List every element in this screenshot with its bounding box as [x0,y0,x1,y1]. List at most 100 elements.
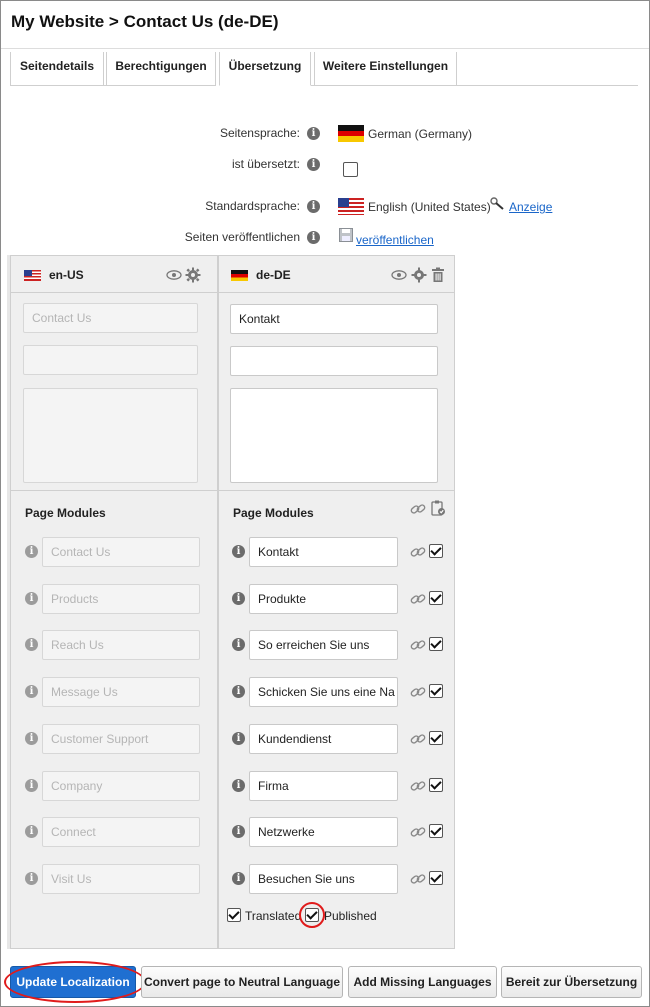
target-lang-label: de-DE [256,268,291,282]
info-icon[interactable]: i [25,872,38,885]
section-divider [11,490,454,491]
link-all-icon[interactable] [410,501,426,517]
ready-for-translation-button[interactable]: Bereit zur Übersetzung [501,966,642,998]
source-module-input: Products [42,584,200,614]
target-keywords-textarea[interactable] [230,388,438,483]
target-module-input[interactable]: So erreichen Sie uns [249,630,398,660]
is-translated-checkbox[interactable] [343,162,358,177]
module-checkbox[interactable] [429,544,443,558]
eye-icon[interactable] [391,267,407,283]
link-icon[interactable] [410,871,426,887]
info-icon[interactable]: i [25,732,38,745]
info-icon[interactable]: i [25,638,38,651]
publish-label: Seiten veröffentlichen [184,230,300,244]
default-language-value: English (United States) [368,200,491,214]
source-title-input: Contact Us [23,303,198,333]
info-icon[interactable]: i [25,779,38,792]
source-module-input: Contact Us [42,537,200,567]
module-checkbox[interactable] [429,824,443,838]
link-icon[interactable] [410,731,426,747]
info-icon[interactable]: i [232,825,245,838]
source-description-input [23,345,198,375]
target-modules-heading: Page Modules [233,506,314,520]
trash-icon[interactable] [430,267,446,283]
page-title: My Website > Contact Us (de-DE) [11,12,279,31]
target-module-input[interactable]: Netzwerke [249,817,398,847]
published-label: Published [324,909,377,923]
info-icon[interactable]: i [232,638,245,651]
link-icon[interactable] [410,591,426,607]
translated-label: Translated [245,909,302,923]
source-module-input: Visit Us [42,864,200,894]
page-language-value: German (Germany) [368,127,473,141]
view-link[interactable]: Anzeige [509,200,552,214]
target-description-input[interactable] [230,346,438,376]
info-icon[interactable]: i [232,732,245,745]
us-flag-icon [24,270,41,281]
target-module-input[interactable]: Kontakt [249,537,398,567]
link-icon[interactable] [410,637,426,653]
module-checkbox[interactable] [429,591,443,605]
module-checkbox[interactable] [429,778,443,792]
save-disk-icon [339,228,353,242]
source-module-input: Message Us [42,677,200,707]
link-icon[interactable] [410,684,426,700]
source-module-input: Customer Support [42,724,200,754]
info-icon[interactable]: i [232,545,245,558]
info-icon[interactable]: i [307,158,320,171]
publish-link[interactable]: veröffentlichen [356,233,434,247]
info-icon[interactable]: i [25,685,38,698]
clipboard-check-icon[interactable] [430,500,446,516]
module-checkbox[interactable] [429,731,443,745]
german-flag-icon [231,270,248,281]
gear-icon[interactable] [411,267,427,283]
info-icon[interactable]: i [307,127,320,140]
source-keywords-textarea [23,388,198,483]
link-icon[interactable] [410,778,426,794]
german-flag-icon [338,125,364,142]
convert-neutral-button[interactable]: Convert page to Neutral Language [141,966,343,998]
info-icon[interactable]: i [232,779,245,792]
module-checkbox[interactable] [429,684,443,698]
source-modules-heading: Page Modules [25,506,106,520]
info-icon[interactable]: i [25,592,38,605]
tab-uebersetzung[interactable]: Übersetzung [219,52,311,86]
module-checkbox[interactable] [429,871,443,885]
target-module-input[interactable]: Besuchen Sie uns [249,864,398,894]
info-icon[interactable]: i [307,200,320,213]
add-missing-languages-button[interactable]: Add Missing Languages [348,966,497,998]
gear-icon[interactable] [185,267,201,283]
magnifier-icon [490,197,504,210]
source-module-input: Company [42,771,200,801]
highlight-circle [299,902,325,928]
translated-checkbox[interactable] [227,908,241,922]
us-flag-icon [338,198,364,215]
target-module-input[interactable]: Kundendienst [249,724,398,754]
info-icon[interactable]: i [232,592,245,605]
link-icon[interactable] [410,824,426,840]
module-checkbox[interactable] [429,637,443,651]
info-icon[interactable]: i [25,545,38,558]
tab-berechtigungen[interactable]: Berechtigungen [106,52,216,86]
target-module-input[interactable]: Produkte [249,584,398,614]
eye-icon[interactable] [166,267,182,283]
source-module-input: Connect [42,817,200,847]
source-lang-label: en-US [49,268,84,282]
target-title-input[interactable]: Kontakt [230,304,438,334]
link-icon[interactable] [410,544,426,560]
page-language-label: Seitensprache: [219,126,300,140]
translated-label: ist übersetzt: [231,157,300,171]
info-icon[interactable]: i [232,872,245,885]
highlight-oval [4,961,146,1003]
source-module-input: Reach Us [42,630,200,660]
info-icon[interactable]: i [232,685,245,698]
title-divider [1,48,649,49]
target-module-input[interactable]: Schicken Sie uns eine Na [249,677,398,707]
tab-weitere-einstellungen[interactable]: Weitere Einstellungen [314,52,457,86]
info-icon[interactable]: i [25,825,38,838]
target-header: de-DE [219,257,454,293]
tab-seitendetails[interactable]: Seitendetails [10,52,104,86]
info-icon[interactable]: i [307,231,320,244]
source-header: en-US [11,257,217,293]
target-module-input[interactable]: Firma [249,771,398,801]
